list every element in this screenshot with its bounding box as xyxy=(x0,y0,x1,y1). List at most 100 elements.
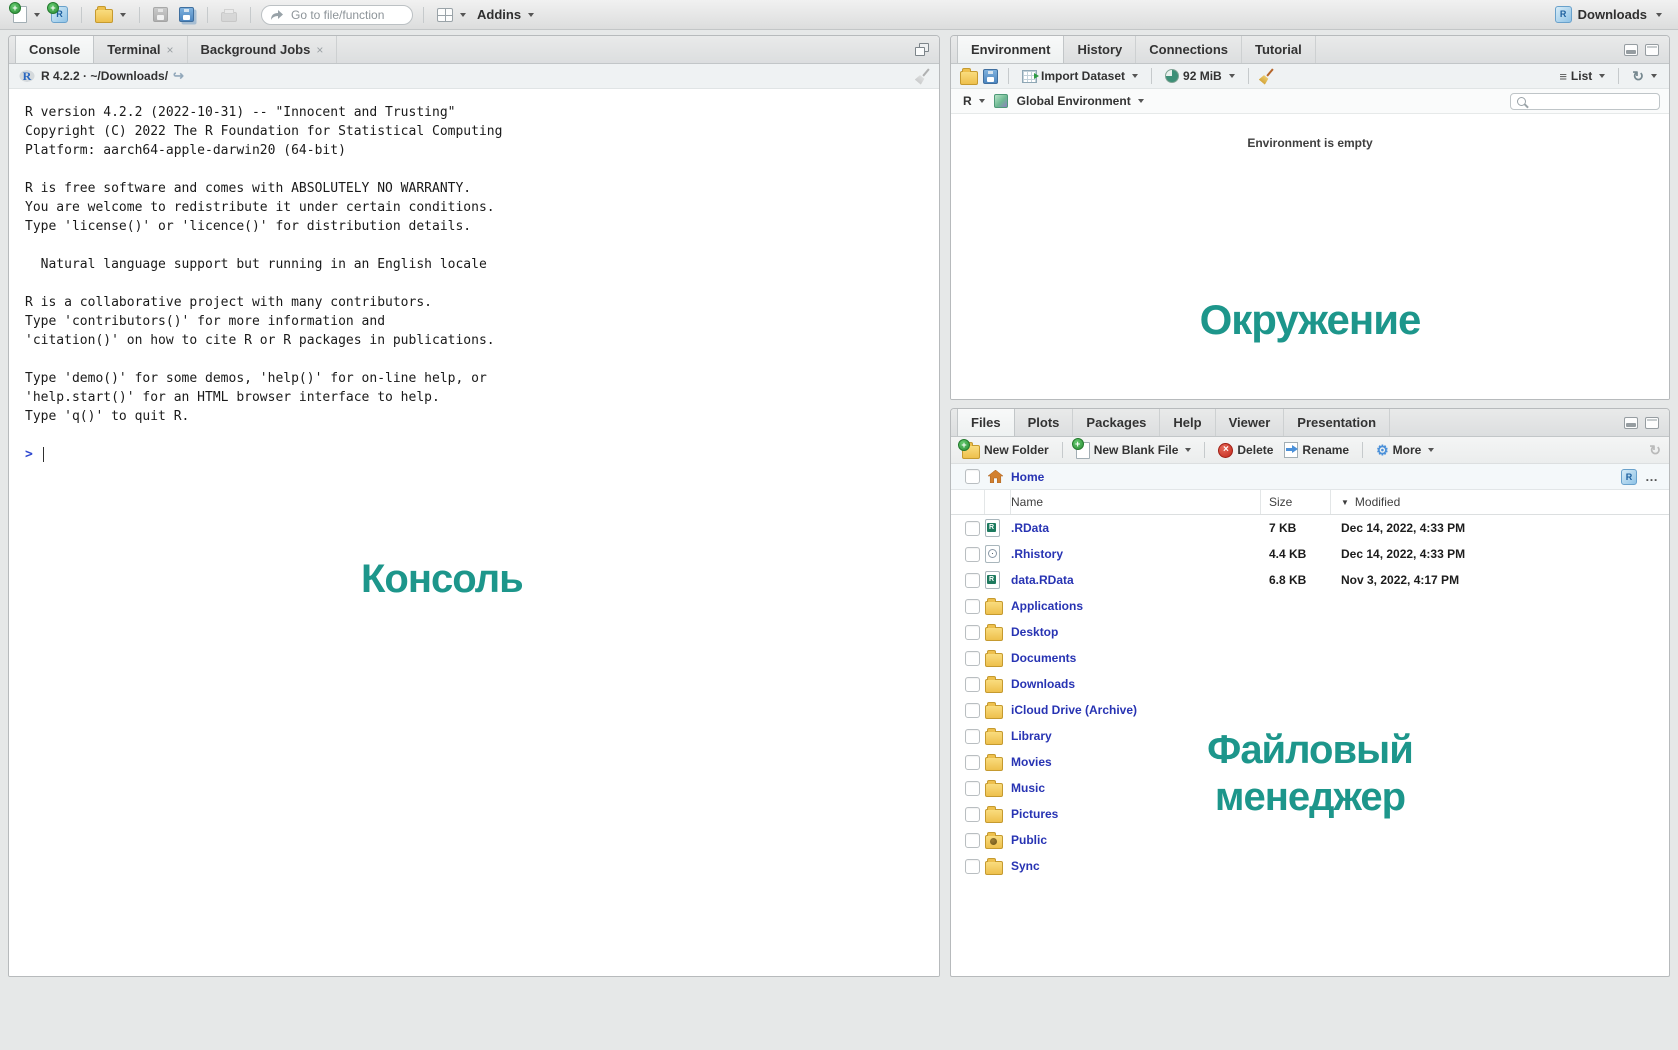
file-name-link[interactable]: .Rhistory xyxy=(1011,547,1063,561)
tab-environment[interactable]: Environment xyxy=(957,36,1064,63)
file-name-link[interactable]: iCloud Drive (Archive) xyxy=(1011,703,1137,717)
table-row[interactable]: Applications xyxy=(951,593,1669,619)
tab-connections[interactable]: Connections xyxy=(1136,36,1242,63)
tab-presentation[interactable]: Presentation xyxy=(1284,409,1390,436)
save-workspace-icon[interactable] xyxy=(983,69,998,84)
minimize-pane-icon[interactable] xyxy=(1624,417,1638,429)
table-row[interactable]: .Rhistory 4.4 KB Dec 14, 2022, 4:33 PM xyxy=(951,541,1669,567)
table-row[interactable]: Documents xyxy=(951,645,1669,671)
delete-button[interactable]: Delete xyxy=(1215,443,1276,458)
column-header-size[interactable]: Size xyxy=(1261,490,1331,514)
row-checkbox[interactable] xyxy=(965,703,980,718)
tab-viewer[interactable]: Viewer xyxy=(1216,409,1285,436)
row-checkbox[interactable] xyxy=(965,625,980,640)
tab-terminal-label: Terminal xyxy=(107,42,160,57)
file-name-link[interactable]: Applications xyxy=(1011,599,1083,613)
column-header-modified[interactable]: ▼ Modified xyxy=(1331,490,1669,514)
row-checkbox[interactable] xyxy=(965,573,980,588)
file-type-icon xyxy=(985,861,1003,875)
table-row[interactable]: Sync xyxy=(951,853,1669,879)
language-selector[interactable]: R xyxy=(960,94,988,108)
console-output: R version 4.2.2 (2022-10-31) -- "Innocen… xyxy=(25,103,939,426)
console-input-line[interactable]: > xyxy=(25,445,939,464)
file-name-link[interactable]: Downloads xyxy=(1011,677,1075,691)
maximize-pane-icon[interactable] xyxy=(1645,44,1659,56)
clear-environment-icon[interactable] xyxy=(1259,69,1274,84)
new-file-button[interactable] xyxy=(10,6,43,23)
tab-plots[interactable]: Plots xyxy=(1015,409,1074,436)
row-checkbox[interactable] xyxy=(965,599,980,614)
save-all-button[interactable] xyxy=(176,7,197,22)
minimize-pane-icon[interactable] xyxy=(1624,44,1638,56)
row-checkbox[interactable] xyxy=(965,651,980,666)
refresh-files-icon[interactable]: ↻ xyxy=(1649,443,1661,457)
file-name-link[interactable]: Sync xyxy=(1011,859,1040,873)
list-view-button[interactable]: ≡ List xyxy=(1556,69,1608,84)
file-name-link[interactable]: Documents xyxy=(1011,651,1076,665)
file-modified: Nov 3, 2022, 4:17 PM xyxy=(1341,573,1459,587)
row-checkbox[interactable] xyxy=(965,677,980,692)
new-project-button[interactable] xyxy=(48,6,71,23)
home-icon xyxy=(988,470,1003,483)
file-name-link[interactable]: Desktop xyxy=(1011,625,1058,639)
select-all-checkbox[interactable] xyxy=(965,469,980,484)
table-row[interactable]: Desktop xyxy=(951,619,1669,645)
import-dataset-button[interactable]: Import Dataset xyxy=(1019,69,1141,83)
goto-file-box[interactable] xyxy=(261,5,413,25)
path-more-button[interactable]: … xyxy=(1645,469,1659,484)
tab-history[interactable]: History xyxy=(1064,36,1136,63)
open-directory-icon[interactable]: ↪ xyxy=(173,68,184,84)
print-button[interactable] xyxy=(218,7,240,22)
new-blank-file-button[interactable]: New Blank File xyxy=(1073,442,1195,459)
table-row[interactable]: Downloads xyxy=(951,671,1669,697)
file-name-link[interactable]: Public xyxy=(1011,833,1047,847)
load-workspace-icon[interactable] xyxy=(960,71,978,85)
addins-button[interactable]: Addins xyxy=(474,7,537,22)
tab-packages[interactable]: Packages xyxy=(1073,409,1160,436)
environment-search-input[interactable] xyxy=(1531,94,1655,108)
divider xyxy=(81,7,82,23)
open-folder-icon xyxy=(95,9,113,23)
file-type-icon xyxy=(985,519,1000,537)
file-name-link[interactable]: .RData xyxy=(1011,521,1049,535)
close-icon[interactable]: × xyxy=(167,43,174,57)
column-header-name[interactable]: Name xyxy=(1011,490,1261,514)
table-row[interactable]: iCloud Drive (Archive) xyxy=(951,697,1669,723)
new-folder-button[interactable]: New Folder xyxy=(959,442,1052,459)
tab-background-jobs[interactable]: Background Jobs× xyxy=(188,36,338,63)
save-button[interactable] xyxy=(150,7,171,22)
row-checkbox[interactable] xyxy=(965,859,980,874)
workspace-panes-button[interactable] xyxy=(434,8,469,22)
console-body[interactable]: R version 4.2.2 (2022-10-31) -- "Innocen… xyxy=(9,89,939,976)
tab-files[interactable]: Files xyxy=(957,409,1015,436)
breadcrumb[interactable]: Home xyxy=(1011,470,1044,484)
row-checkbox[interactable] xyxy=(965,521,980,536)
tab-help[interactable]: Help xyxy=(1160,409,1215,436)
more-button[interactable]: ⚙ More xyxy=(1373,443,1437,457)
tab-console[interactable]: Console xyxy=(15,36,94,63)
refresh-environment-button[interactable]: ↻ xyxy=(1629,69,1660,83)
scope-selector[interactable]: Global Environment xyxy=(1014,94,1147,108)
table-row[interactable]: Public xyxy=(951,827,1669,853)
rename-button[interactable]: Rename xyxy=(1281,442,1352,458)
save-all-icon xyxy=(179,7,194,22)
file-list: .RData 7 KB Dec 14, 2022, 4:33 PM .Rhist… xyxy=(951,515,1669,879)
maximize-pane-icon[interactable] xyxy=(1645,417,1659,429)
file-name-link[interactable]: data.RData xyxy=(1011,573,1074,587)
environment-search-box[interactable] xyxy=(1510,93,1660,110)
clear-console-icon[interactable] xyxy=(915,69,930,84)
open-file-button[interactable] xyxy=(92,6,129,23)
close-icon[interactable]: × xyxy=(316,43,323,57)
project-chooser[interactable]: Downloads xyxy=(1555,6,1662,23)
table-row[interactable]: data.RData 6.8 KB Nov 3, 2022, 4:17 PM xyxy=(951,567,1669,593)
memory-usage-button[interactable]: 92 MiB xyxy=(1162,69,1238,83)
row-checkbox[interactable] xyxy=(965,833,980,848)
table-row[interactable]: .RData 7 KB Dec 14, 2022, 4:33 PM xyxy=(951,515,1669,541)
tab-tutorial[interactable]: Tutorial xyxy=(1242,36,1316,63)
row-checkbox[interactable] xyxy=(965,547,980,562)
r-project-folder-icon[interactable] xyxy=(1621,469,1637,485)
restore-pane-icon[interactable] xyxy=(915,43,929,56)
divider xyxy=(423,7,424,23)
goto-file-input[interactable] xyxy=(289,7,411,23)
tab-terminal[interactable]: Terminal × xyxy=(94,36,187,63)
